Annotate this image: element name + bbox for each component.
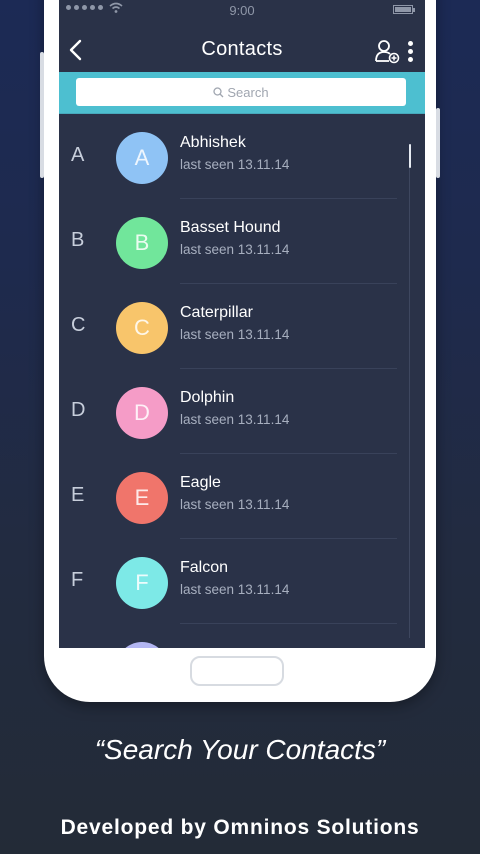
phone-side-button-left xyxy=(40,52,44,178)
contact-name: Caterpillar xyxy=(180,304,253,321)
contact-name: Falcon xyxy=(180,559,229,576)
avatar-initial: B xyxy=(134,230,150,255)
section-letter: D xyxy=(71,399,86,421)
contact-row-partial[interactable] xyxy=(59,624,425,648)
last-seen: last seen 13.11.14 xyxy=(180,327,290,342)
avatar: E xyxy=(116,472,168,524)
section-letter: C xyxy=(71,314,86,336)
avatar-initial: A xyxy=(134,145,150,170)
search-placeholder: Search xyxy=(227,84,269,100)
contact-row[interactable]: C C Caterpillar last seen 13.11.14 xyxy=(59,284,425,369)
status-bar: 9:00 xyxy=(59,0,425,22)
avatar: D xyxy=(116,387,168,439)
contact-row[interactable]: E E Eagle last seen 13.11.14 xyxy=(59,454,425,539)
promo-tagline: “Search Your Contacts” xyxy=(94,734,386,765)
developer-credit: Developed by Omninos Solutions xyxy=(60,816,420,839)
section-letter: B xyxy=(71,229,85,251)
section-letter: F xyxy=(71,569,84,591)
last-seen: last seen 13.11.14 xyxy=(180,412,290,427)
phone-side-button-right xyxy=(436,108,440,178)
battery-icon xyxy=(393,5,415,14)
home-button[interactable] xyxy=(190,656,284,686)
app-bar: Contacts xyxy=(59,28,425,72)
avatar: C xyxy=(116,302,168,354)
status-time: 9:00 xyxy=(229,3,255,18)
contact-name: Dolphin xyxy=(180,389,235,406)
last-seen: last seen 13.11.14 xyxy=(180,497,290,512)
avatar: A xyxy=(116,132,168,184)
contact-row[interactable]: B B Basset Hound last seen 13.11.14 xyxy=(59,199,425,284)
add-user-icon[interactable] xyxy=(374,38,400,64)
contact-name: Eagle xyxy=(180,474,221,491)
section-letter: A xyxy=(71,144,85,166)
avatar xyxy=(116,642,168,648)
phone-screen: 9:00 Contacts Search A A Abhishek last seen… xyxy=(59,0,425,648)
search-input[interactable]: Search xyxy=(76,78,406,106)
contact-name: Abhishek xyxy=(180,134,246,151)
scrollbar-thumb[interactable] xyxy=(409,144,411,168)
page-title: Contacts xyxy=(201,38,283,60)
more-vert-icon[interactable] xyxy=(405,38,415,64)
contact-list[interactable]: A A Abhishek last seen 13.11.14 B B Basset Hou… xyxy=(59,114,425,648)
search-bar: Search xyxy=(59,72,425,115)
search-icon xyxy=(213,86,224,97)
contact-row[interactable]: D D Dolphin last seen 13.11.14 xyxy=(59,369,425,454)
avatar-initial: D xyxy=(134,400,150,425)
last-seen: last seen 13.11.14 xyxy=(180,242,290,257)
avatar: F xyxy=(116,557,168,609)
scroll-track xyxy=(409,168,410,638)
avatar-initial: E xyxy=(134,485,150,510)
last-seen: last seen 13.11.14 xyxy=(180,582,290,597)
contact-row[interactable]: F F Falcon last seen 13.11.14 xyxy=(59,539,425,624)
last-seen: last seen 13.11.14 xyxy=(180,157,290,172)
avatar-initial: F xyxy=(135,570,149,595)
contact-row[interactable]: A A Abhishek last seen 13.11.14 xyxy=(59,114,425,199)
section-letter: E xyxy=(71,484,85,506)
avatar: B xyxy=(116,217,168,269)
contact-name: Basset Hound xyxy=(180,219,281,236)
avatar-initial: C xyxy=(134,315,150,340)
